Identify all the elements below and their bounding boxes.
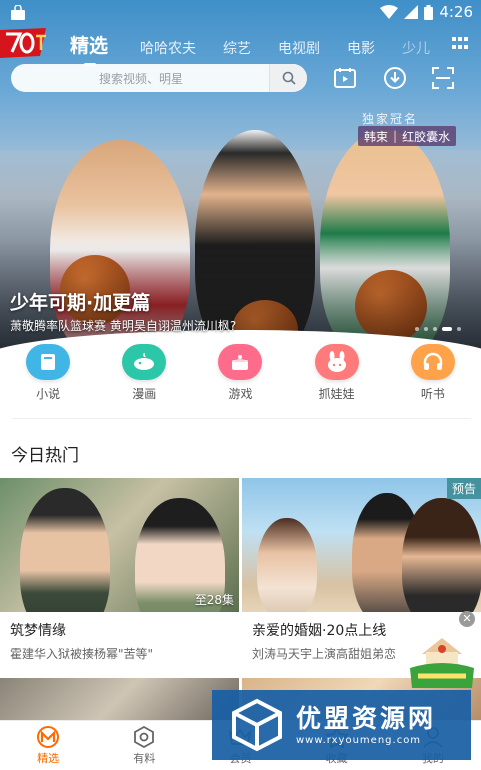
discover-icon <box>134 726 155 748</box>
thumbnail-figure-woman <box>402 498 481 612</box>
banner-pagination <box>415 327 461 331</box>
close-icon[interactable]: ✕ <box>459 611 475 627</box>
battery-icon <box>424 4 434 20</box>
section-title-today-hot: 今日热门 <box>11 446 79 466</box>
watermark-cube-icon <box>232 698 282 752</box>
category-claw-label: 抓娃娃 <box>318 387 355 401</box>
category-shortcuts: 小说 漫画 游戏 抓娃娃 听书 <box>0 344 481 402</box>
status-bar: 4:26 <box>0 0 481 26</box>
sponsor-separator: | <box>393 129 398 143</box>
gift-promo-icon[interactable] <box>408 632 476 690</box>
shopping-bag-icon <box>11 5 25 20</box>
channel-menu-icon[interactable] <box>452 37 468 51</box>
watermark-brand: 优盟资源网 <box>296 703 437 733</box>
tab-haha-farmer[interactable]: 哈哈农夫 <box>140 38 196 58</box>
bunny-icon <box>327 351 346 372</box>
exclusive-sponsor-tag: 独家冠名 <box>362 112 419 126</box>
search-button[interactable] <box>269 64 307 92</box>
banner-title[interactable]: 少年可期·加更篇 <box>10 288 150 315</box>
scan-icon[interactable] <box>431 66 455 90</box>
category-comic[interactable]: 漫画 <box>96 344 192 402</box>
pagination-dot[interactable] <box>457 327 461 331</box>
episode-count-badge: 至28集 <box>194 593 234 607</box>
category-games-label: 游戏 <box>228 387 253 401</box>
video-title[interactable]: 筑梦情缘 <box>10 620 239 640</box>
video-thumbnail-row2-left[interactable] <box>0 678 239 720</box>
video-description[interactable]: 霍建华入狱被揍杨幂"苦等" <box>10 645 239 662</box>
bottom-tab-discover[interactable]: 有料 <box>96 721 192 770</box>
category-comic-circle <box>122 344 167 380</box>
pagination-dot[interactable] <box>433 327 437 331</box>
sponsor-badge[interactable]: 韩束 | 红胶囊水 <box>358 126 457 146</box>
search-icon <box>282 71 296 85</box>
whale-icon <box>134 353 155 370</box>
video-thumbnail[interactable]: 至28集 <box>0 478 239 612</box>
tab-movies[interactable]: 电影 <box>347 38 375 58</box>
category-audiobook[interactable]: 听书 <box>385 344 481 402</box>
watermark-overlay: 优盟资源网 www.rxyoumeng.com <box>212 690 471 760</box>
category-claw-machine[interactable]: 抓娃娃 <box>289 344 385 402</box>
search-bar[interactable]: 搜索视频、明星 <box>11 64 307 92</box>
top-channel-tabs: 精选 哈哈农夫 综艺 电视剧 电影 少儿 <box>70 30 457 66</box>
tab-tv-series[interactable]: 电视剧 <box>278 38 320 58</box>
category-games-circle <box>218 344 263 380</box>
wifi-icon <box>380 5 399 19</box>
video-thumbnail[interactable]: 预告 <box>242 478 481 612</box>
tab-featured[interactable]: 精选 <box>70 31 108 66</box>
sponsor-product: 红胶囊水 <box>402 129 451 144</box>
schedule-calendar-icon[interactable] <box>333 66 357 90</box>
category-novel-label: 小说 <box>36 387 61 401</box>
home-m-icon <box>37 726 60 748</box>
tab-kids[interactable]: 少儿 <box>402 38 430 58</box>
watermark-text-block: 优盟资源网 www.rxyoumeng.com <box>296 703 437 746</box>
bottom-tab-featured-label: 精选 <box>37 752 60 765</box>
category-audiobook-circle <box>410 344 455 380</box>
category-audiobook-label: 听书 <box>420 387 445 401</box>
tab-variety[interactable]: 综艺 <box>223 38 251 58</box>
pagination-dot[interactable] <box>442 327 452 331</box>
banner-subtitle[interactable]: 萧敬腾率队篮球赛 黄明昊自诩温州流川枫? <box>10 317 236 334</box>
pagination-dot[interactable] <box>415 327 419 331</box>
bottom-tab-featured[interactable]: 精选 <box>0 721 96 770</box>
clock-time: 4:26 <box>439 3 473 21</box>
book-icon <box>41 354 56 370</box>
anniversary-logo-icon[interactable] <box>0 26 52 60</box>
section-divider <box>12 418 471 419</box>
watermark-url: www.rxyoumeng.com <box>296 734 422 746</box>
category-comic-label: 漫画 <box>132 387 157 401</box>
category-games[interactable]: 游戏 <box>192 344 288 402</box>
cake-icon <box>232 355 249 370</box>
category-novel-circle <box>26 344 71 380</box>
bottom-tab-discover-label: 有料 <box>133 752 156 765</box>
category-novel[interactable]: 小说 <box>0 344 96 402</box>
signal-icon <box>404 5 419 19</box>
search-input[interactable]: 搜索视频、明星 <box>11 70 271 87</box>
headphone-icon <box>423 352 443 370</box>
video-card[interactable]: 至28集 筑梦情缘 霍建华入狱被揍杨幂"苦等" <box>0 478 239 662</box>
download-icon[interactable] <box>383 66 407 90</box>
thumbnail-figure-man <box>20 488 110 612</box>
category-claw-circle <box>314 344 359 380</box>
pagination-dot[interactable] <box>424 327 428 331</box>
trailer-tag: 预告 <box>446 478 481 499</box>
thumbnail-figure-extra <box>257 518 317 612</box>
sponsor-name: 韩束 <box>364 129 389 144</box>
